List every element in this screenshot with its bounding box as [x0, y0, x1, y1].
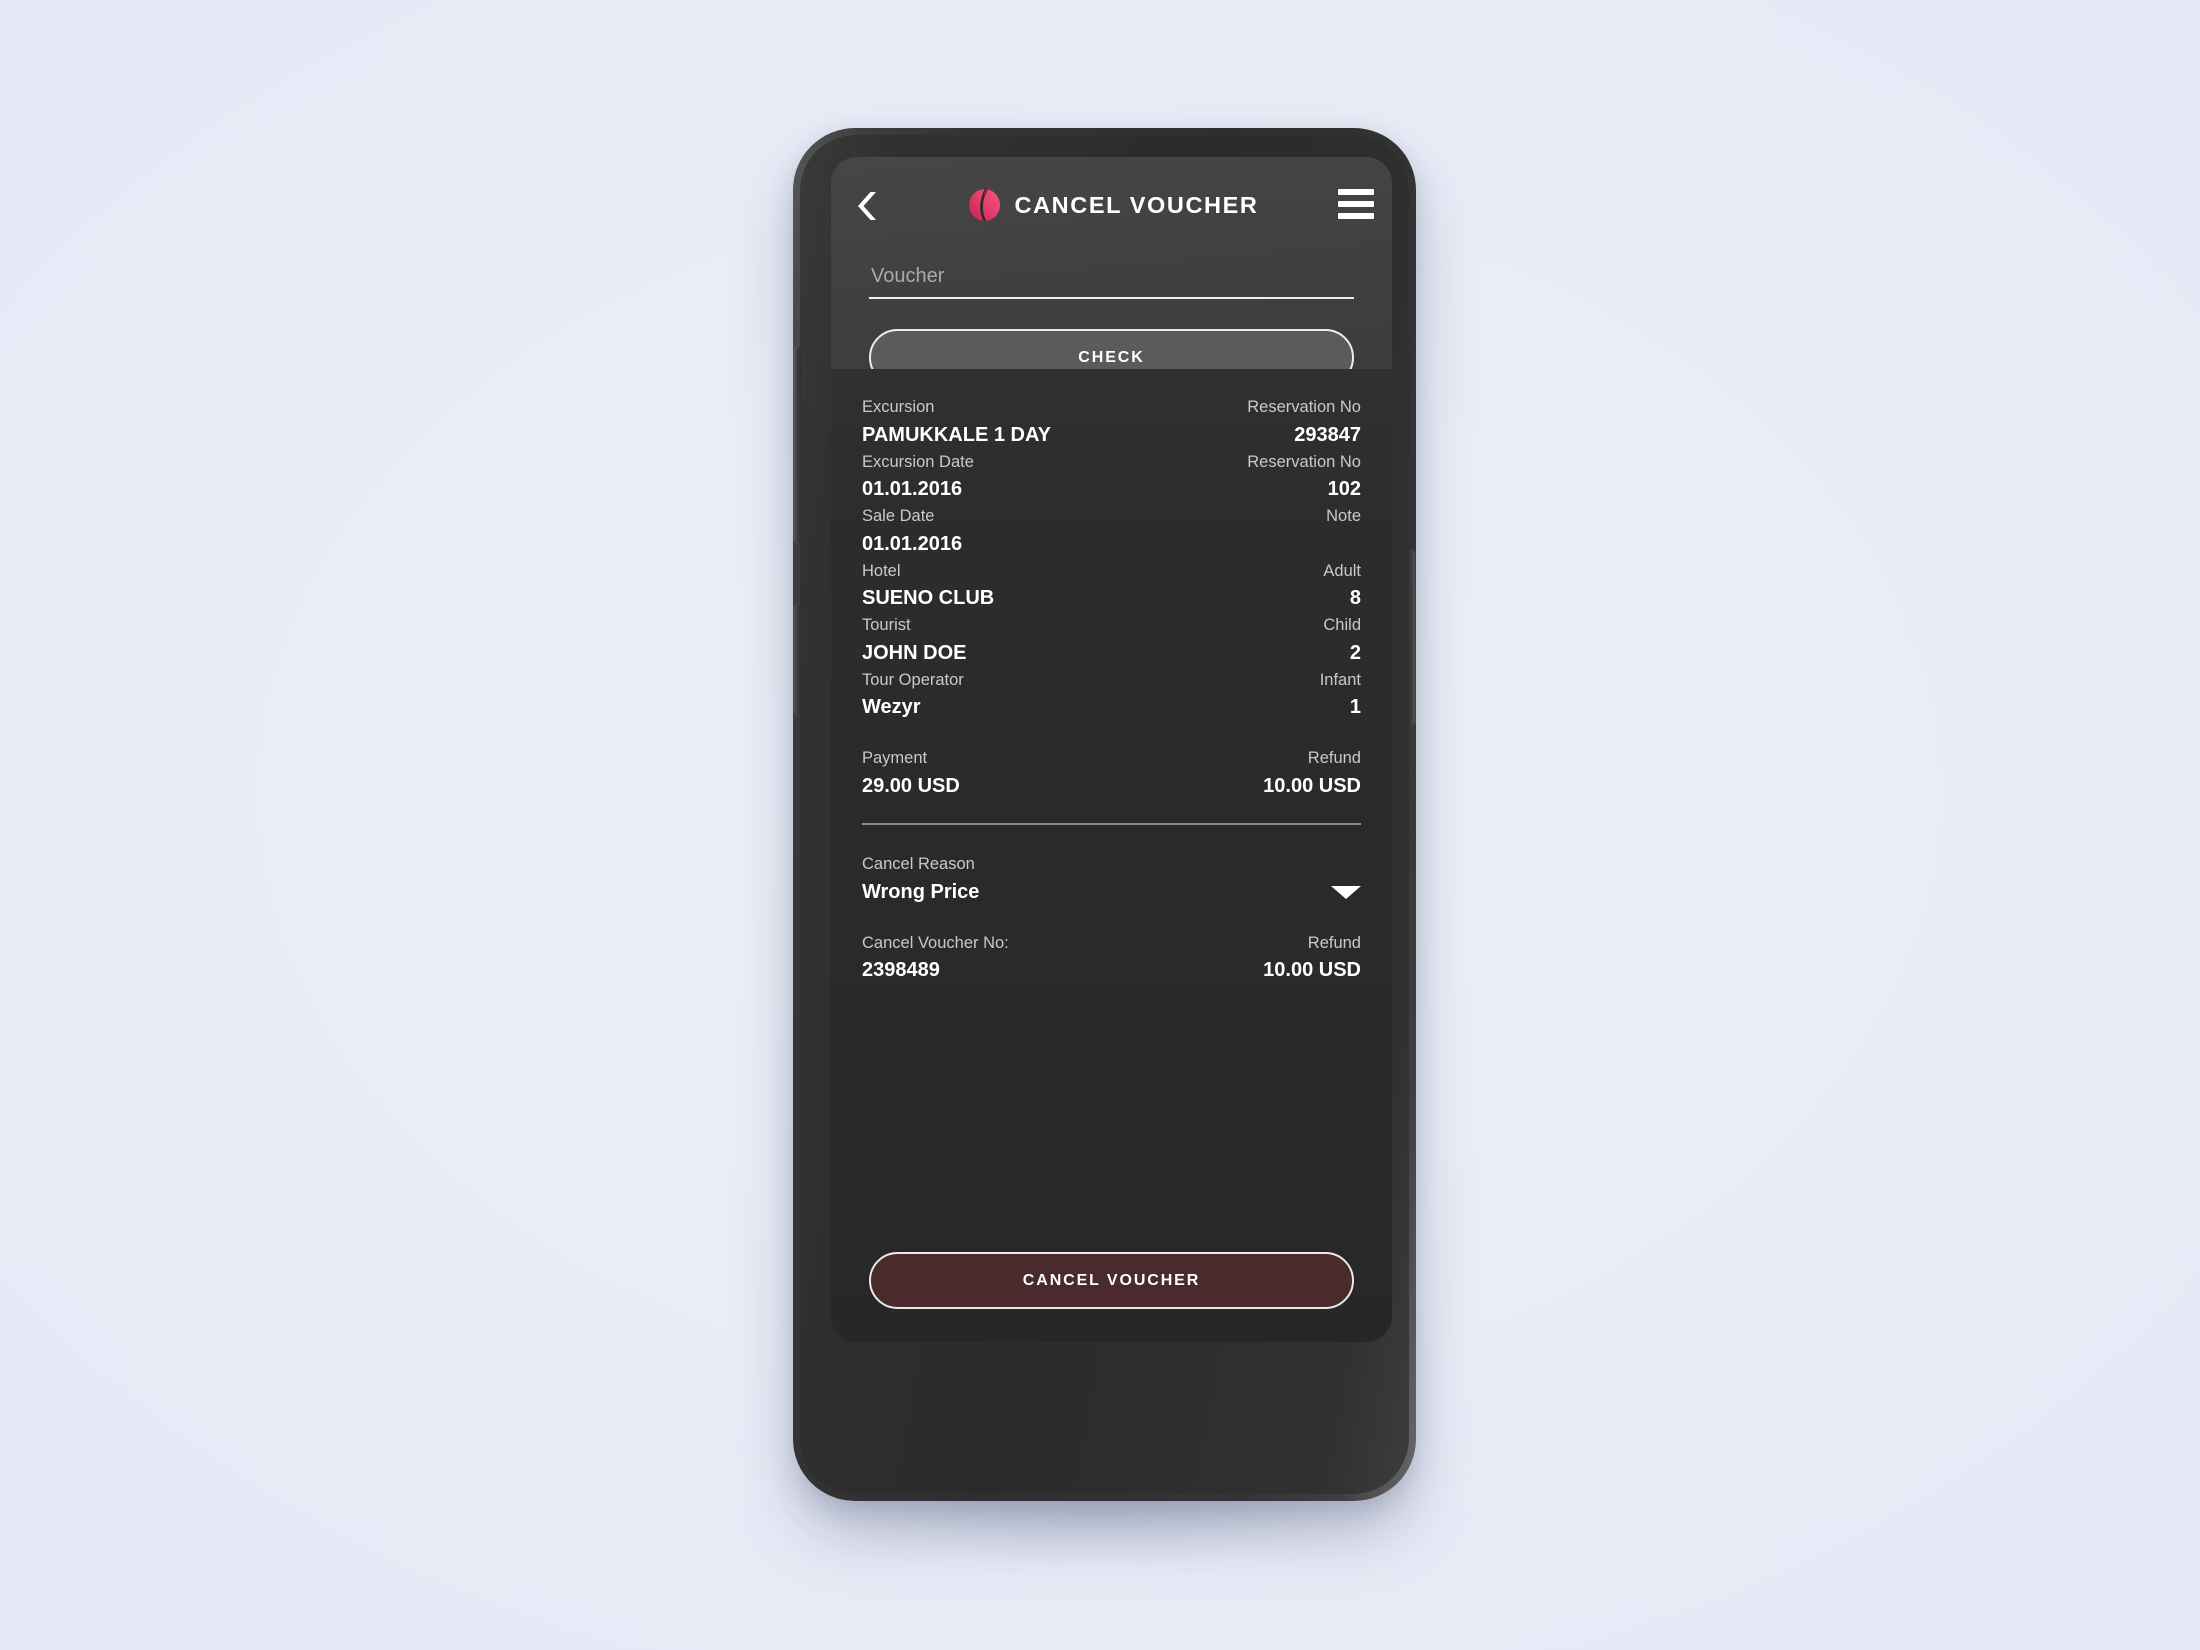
- detail-row: Excursion PAMUKKALE 1 DAY Reservation No…: [862, 395, 1361, 450]
- refund-label: Refund: [1307, 749, 1361, 768]
- hamburger-bar: [1338, 189, 1374, 195]
- caret-down-icon[interactable]: [1331, 885, 1361, 899]
- voucher-input[interactable]: [869, 265, 1354, 299]
- detail-cell-left: Excursion PAMUKKALE 1 DAY: [862, 395, 1051, 450]
- hamburger-bar: [1338, 201, 1374, 207]
- detail-label: Hotel: [862, 561, 901, 580]
- app-header: CANCEL VOUCHER CHECK: [831, 157, 1392, 386]
- phone-screen: CANCEL VOUCHER CHECK: [831, 157, 1392, 1342]
- detail-value: SUENO CLUB: [862, 587, 995, 610]
- refund-cell: Refund 10.00 USD: [1263, 746, 1361, 801]
- hamburger-bar: [1338, 213, 1374, 219]
- detail-row: Tour Operator Wezyr Infant 1: [862, 668, 1361, 723]
- detail-value: 293847: [1294, 423, 1361, 446]
- detail-value: 01.01.2016: [862, 478, 963, 501]
- detail-value: 1: [1349, 696, 1361, 719]
- payment-label: Payment: [862, 749, 928, 768]
- power-button[interactable]: [1407, 550, 1414, 725]
- detail-label: Reservation No: [1247, 452, 1361, 471]
- detail-label: Infant: [1319, 670, 1361, 689]
- totals-row: Payment 29.00 USD Refund 10.00 USD: [862, 746, 1361, 801]
- detail-cell-right: Child 2: [1323, 613, 1361, 668]
- header-bar: CANCEL VOUCHER: [831, 157, 1392, 253]
- detail-row: Hotel SUENO CLUB Adult 8: [862, 559, 1361, 614]
- detail-cell-right: Infant 1: [1320, 668, 1361, 723]
- phone-inner-bezel: CANCEL VOUCHER CHECK: [795, 135, 1414, 1494]
- reservation-details: Excursion PAMUKKALE 1 DAY Reservation No…: [831, 395, 1392, 825]
- detail-label: Child: [1323, 616, 1361, 635]
- detail-value: 8: [1349, 587, 1361, 610]
- hamburger-menu-icon[interactable]: [1338, 189, 1374, 219]
- detail-row: Sale Date 01.01.2016 Note: [862, 504, 1361, 559]
- cancel-reason-select[interactable]: Cancel Reason Wrong Price: [862, 852, 1361, 907]
- detail-cell-right: Reservation No 102: [1247, 450, 1361, 505]
- cancel-reason-value: Wrong Price: [862, 880, 980, 903]
- detail-row: Excursion Date 01.01.2016 Reservation No…: [862, 450, 1361, 505]
- detail-cell-left: Excursion Date 01.01.2016: [862, 450, 974, 505]
- brand: CANCEL VOUCHER: [831, 185, 1392, 225]
- cancel-voucher-no-value: 2398489: [862, 959, 940, 982]
- cancel-voucher-button[interactable]: CANCEL VOUCHER: [869, 1252, 1354, 1309]
- phone-device-frame: CANCEL VOUCHER CHECK: [793, 128, 1416, 1501]
- detail-cell-right: Note: [1326, 504, 1361, 530]
- cancel-voucher-row: Cancel Voucher No: 2398489 Refund 10.00 …: [862, 931, 1361, 986]
- detail-value: Wezyr: [862, 696, 921, 719]
- voucher-field: [869, 265, 1354, 299]
- page-canvas: CANCEL VOUCHER CHECK: [0, 0, 2200, 1650]
- detail-value: PAMUKKALE 1 DAY: [862, 423, 1051, 446]
- cancel-section: Cancel Reason Wrong Price Cancel Voucher…: [831, 825, 1392, 985]
- detail-cell-left: Sale Date 01.01.2016: [862, 504, 962, 559]
- assistant-button[interactable]: [795, 605, 802, 715]
- detail-label: Tour Operator: [862, 670, 964, 689]
- detail-cell-left: Tourist JOHN DOE: [862, 613, 966, 668]
- detail-value: 01.01.2016: [862, 532, 963, 555]
- detail-value: 2: [1349, 641, 1361, 664]
- page-title: CANCEL VOUCHER: [1014, 191, 1259, 218]
- detail-label: Reservation No: [1247, 398, 1361, 416]
- brand-logo-icon: [965, 185, 1005, 225]
- payment-cell: Payment 29.00 USD: [862, 746, 960, 801]
- cancel-refund-label: Refund: [1307, 933, 1361, 952]
- detail-row: Tourist JOHN DOE Child 2: [862, 613, 1361, 668]
- cancel-reason-label: Cancel Reason: [862, 854, 975, 873]
- volume-up-button[interactable]: [795, 347, 802, 543]
- detail-value: JOHN DOE: [862, 641, 967, 664]
- detail-cell-left: Tour Operator Wezyr: [862, 668, 964, 723]
- payment-value: 29.00 USD: [862, 774, 960, 797]
- cancel-voucher-no-cell: Cancel Voucher No: 2398489: [862, 931, 1009, 986]
- detail-label: Adult: [1323, 561, 1361, 580]
- detail-label: Excursion: [862, 398, 935, 416]
- cancel-voucher-no-label: Cancel Voucher No:: [862, 933, 1009, 952]
- detail-cell-right: Adult 8: [1323, 559, 1361, 614]
- refund-value: 10.00 USD: [1263, 774, 1361, 797]
- detail-value: 102: [1327, 478, 1361, 501]
- detail-cell-right: Reservation No 293847: [1247, 395, 1361, 450]
- detail-cell-left: Hotel SUENO CLUB: [862, 559, 994, 614]
- app-body: Excursion PAMUKKALE 1 DAY Reservation No…: [831, 369, 1392, 1342]
- cancel-refund-cell: Refund 10.00 USD: [1263, 931, 1361, 986]
- detail-label: Excursion Date: [862, 452, 974, 471]
- detail-label: Tourist: [862, 616, 911, 635]
- cancel-refund-value: 10.00 USD: [1263, 959, 1361, 982]
- cancel-reason-cell: Cancel Reason Wrong Price: [862, 852, 979, 907]
- detail-label: Sale Date: [862, 507, 935, 526]
- detail-label: Note: [1326, 507, 1361, 526]
